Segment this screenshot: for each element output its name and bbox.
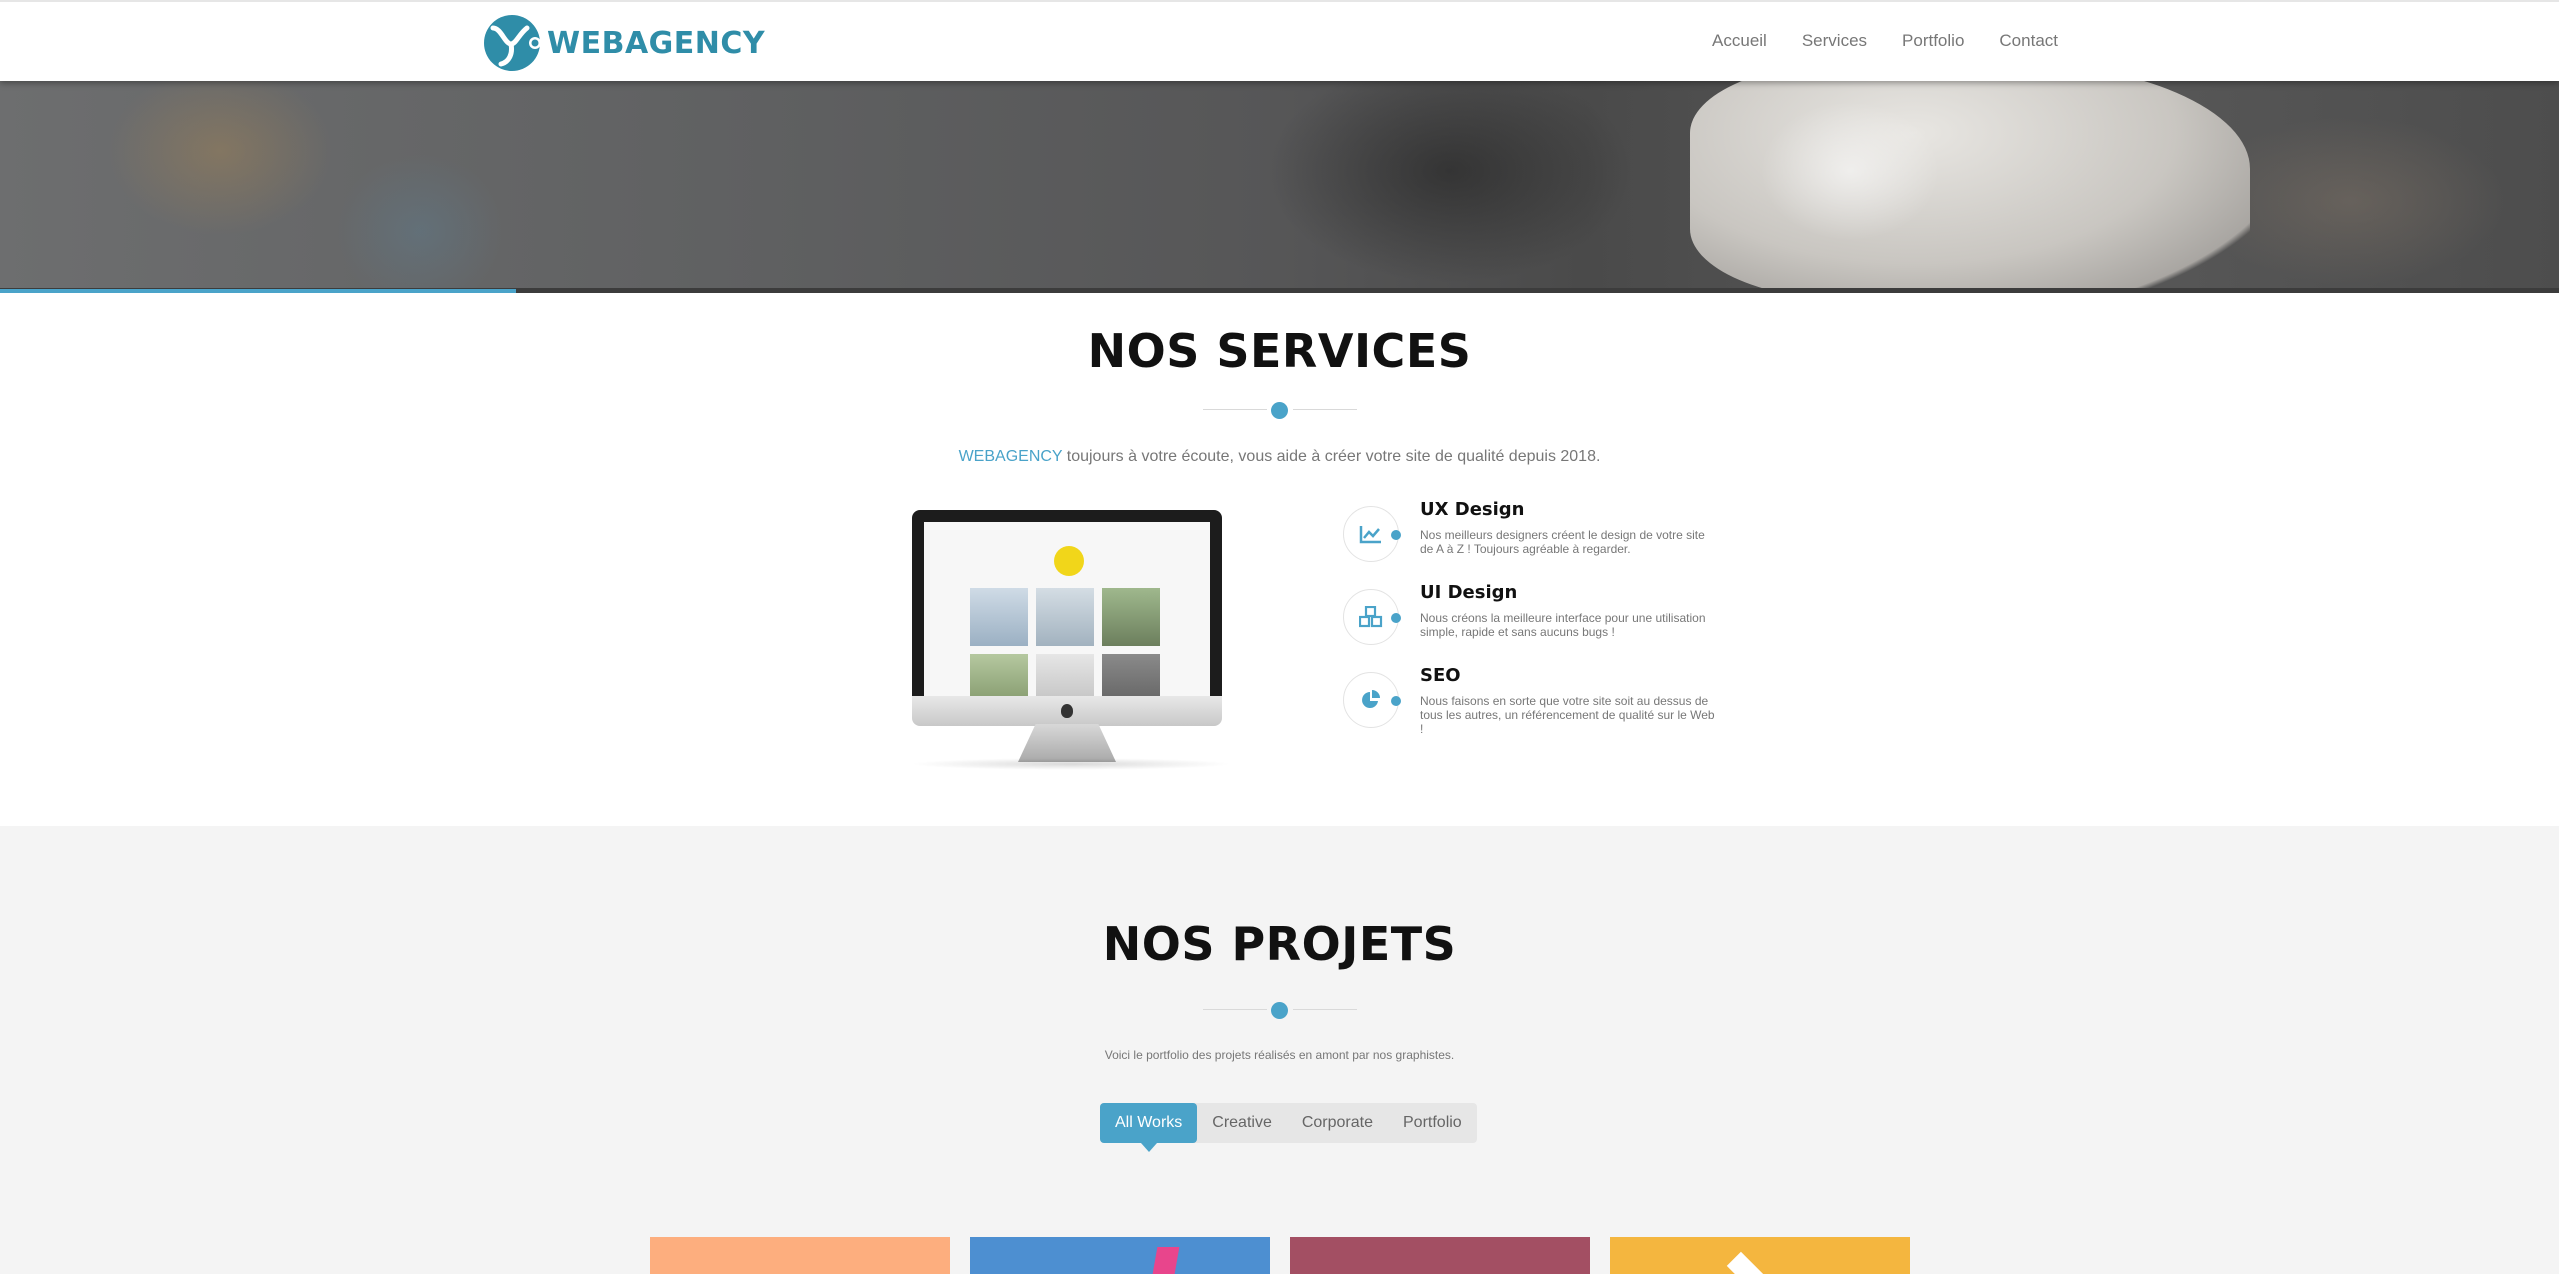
main-nav: Accueil Services Portfolio Contact xyxy=(1712,31,2058,51)
portfolio-filters: All Works Creative Corporate Portfolio xyxy=(1100,1103,1477,1152)
service-ux-design: UX Design Nos meilleurs designers créent… xyxy=(1343,499,1723,586)
project-card[interactable] xyxy=(1290,1237,1590,1274)
service-seo: SEO Nous faisons en sorte que votre site… xyxy=(1343,665,1723,752)
nav-contact[interactable]: Contact xyxy=(1999,31,2058,51)
services-title: NOS SERVICES xyxy=(1087,324,1472,378)
service-title: SEO xyxy=(1420,665,1461,686)
imac-mockup xyxy=(910,508,1232,770)
top-navbar: WEBAGENCY Accueil Services Portfolio Con… xyxy=(0,0,2559,81)
nav-services[interactable]: Services xyxy=(1802,31,1867,51)
nav-portfolio[interactable]: Portfolio xyxy=(1902,31,1964,51)
services-intro-text: toujours à votre écoute, vous aide à cré… xyxy=(1062,448,1601,465)
project-card[interactable] xyxy=(1610,1237,1910,1274)
services-intro: WEBAGENCY toujours à votre écoute, vous … xyxy=(0,448,2559,466)
hero-hoodie-highlight xyxy=(1760,101,1940,241)
service-title: UX Design xyxy=(1420,499,1525,520)
imac-screen xyxy=(924,522,1210,696)
service-text: Nos meilleurs designers créent le design… xyxy=(1420,528,1705,556)
service-title: UI Design xyxy=(1420,582,1518,603)
logo-mark-icon xyxy=(484,15,541,71)
service-ui-design: UI Design Nous créons la meilleure inter… xyxy=(1343,582,1723,669)
services-divider xyxy=(1203,401,1357,419)
nav-accueil[interactable]: Accueil xyxy=(1712,31,1767,51)
apple-logo-icon xyxy=(1061,704,1073,718)
projects-title: NOS PROJETS xyxy=(1102,917,1457,971)
brand-name: WEBAGENCY xyxy=(547,25,766,61)
project-card[interactable] xyxy=(970,1237,1270,1274)
brand-logo[interactable]: WEBAGENCY xyxy=(483,14,765,72)
service-text: Nous faisons en sorte que votre site soi… xyxy=(1420,694,1715,736)
filter-all-works[interactable]: All Works xyxy=(1100,1103,1198,1152)
filter-portfolio[interactable]: Portfolio xyxy=(1388,1103,1477,1143)
scroll-progress-bar xyxy=(0,289,516,293)
service-text: Nous créons la meilleure interface pour … xyxy=(1420,611,1706,639)
project-card[interactable] xyxy=(650,1237,950,1274)
screen-logo xyxy=(1054,546,1084,576)
filter-corporate[interactable]: Corporate xyxy=(1287,1103,1388,1143)
services-intro-brand: WEBAGENCY xyxy=(958,448,1063,465)
filter-creative[interactable]: Creative xyxy=(1197,1103,1287,1143)
hero-image xyxy=(0,81,2559,293)
projects-intro: Voici le portfolio des projets réalisés … xyxy=(1104,1048,1455,1062)
projects-divider xyxy=(1203,1001,1357,1019)
